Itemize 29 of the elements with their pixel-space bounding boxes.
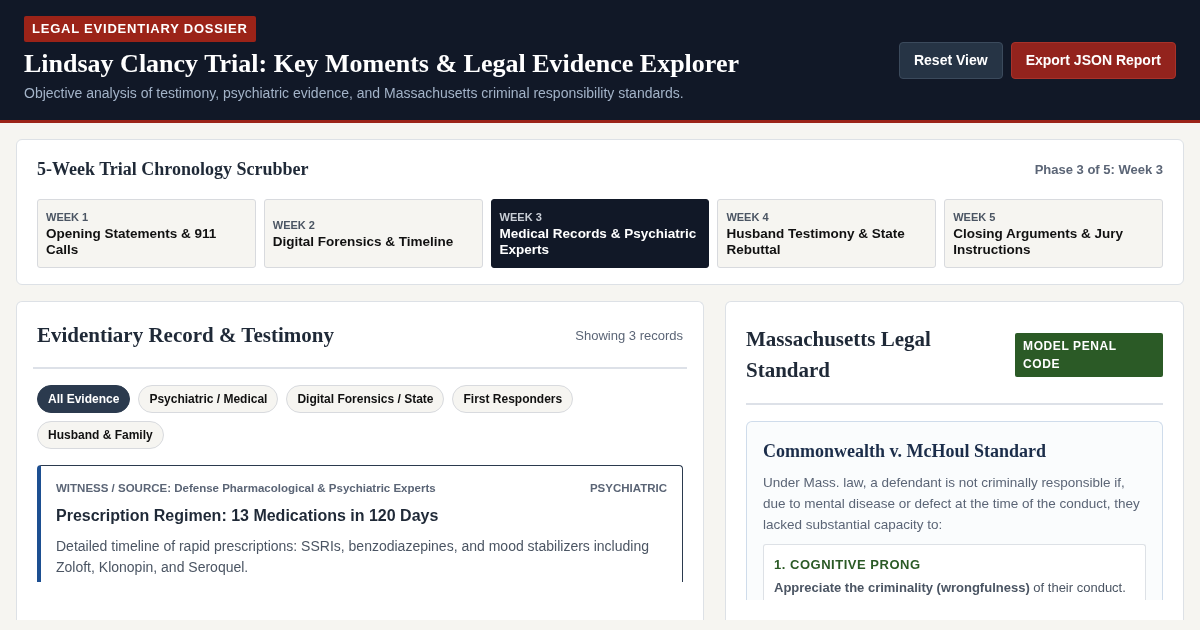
prong-title: 1. COGNITIVE PRONG — [774, 555, 922, 574]
section-title: Massachusetts Legal Standard — [746, 325, 932, 385]
standard-title: Commonwealth v. McHoul Standard — [763, 439, 1048, 463]
record-source: WITNESS / SOURCE: Defense Pharmacological & Psychiatric Experts — [56, 481, 436, 497]
section-title: Evidentiary Record & Testimony — [37, 321, 334, 349]
record-description: Detailed timeline of rapid prescriptions: SSRIs, benzodiazepines, and mood stabilizers including Zoloft, Klonopin, and Seroquel. — [56, 536, 650, 577]
filter-chip[interactable]: Husband & Family — [37, 421, 164, 450]
standard-text: Under Mass. law, a defendant is not criminally responsible if, due to mental disease or defect at the time of the conduct, they lacked substantial capacity to: — [763, 473, 1141, 534]
page-subtitle: Objective analysis of testimony, psychiatric evidence, and Massachusetts criminal responsibility standards. — [24, 83, 685, 103]
prong-text: Appreciate the criminality (wrongfulness) of their conduct. — [774, 579, 1127, 598]
record-count: Showing 3 records — [575, 326, 683, 345]
code-badge: MODEL PENAL CODE — [1015, 333, 1163, 378]
week-tab[interactable]: WEEK 1 Opening Statements & 911 Calls — [37, 199, 256, 268]
filter-chip[interactable]: All Evidence — [37, 385, 131, 414]
filter-chip[interactable]: Digital Forensics / State — [286, 385, 445, 414]
week-tab[interactable]: WEEK 4 Husband Testimony & State Rebuttal — [717, 199, 937, 268]
week-tab[interactable]: WEEK 2 Digital Forensics & Timeline — [263, 199, 483, 268]
reset-button[interactable]: Reset View — [898, 41, 1003, 79]
filter-chip[interactable]: Psychiatric / Medical — [138, 385, 279, 414]
page-title: Lindsay Clancy Trial: Key Moments & Legal Evidence Explorer — [24, 47, 739, 79]
week-tab[interactable]: WEEK 3 Medical Records & Psychiatric Experts — [490, 199, 710, 268]
record-title: Prescription Regimen: 13 Medications in 120 Days — [56, 505, 440, 526]
section-title: 5-Week Trial Chronology Scrubber — [37, 158, 309, 181]
export-button[interactable]: Export JSON Report — [1010, 41, 1176, 79]
category-label: PSYCHIATRIC — [589, 481, 667, 497]
week-tab[interactable]: WEEK 5 Closing Arguments & Jury Instructions — [944, 199, 1163, 268]
dossier-badge: LEGAL EVIDENTIARY DOSSIER — [24, 16, 256, 42]
phase-label: Phase 3 of 5: Week 3 — [1034, 160, 1163, 179]
filter-chip[interactable]: First Responders — [452, 385, 574, 414]
